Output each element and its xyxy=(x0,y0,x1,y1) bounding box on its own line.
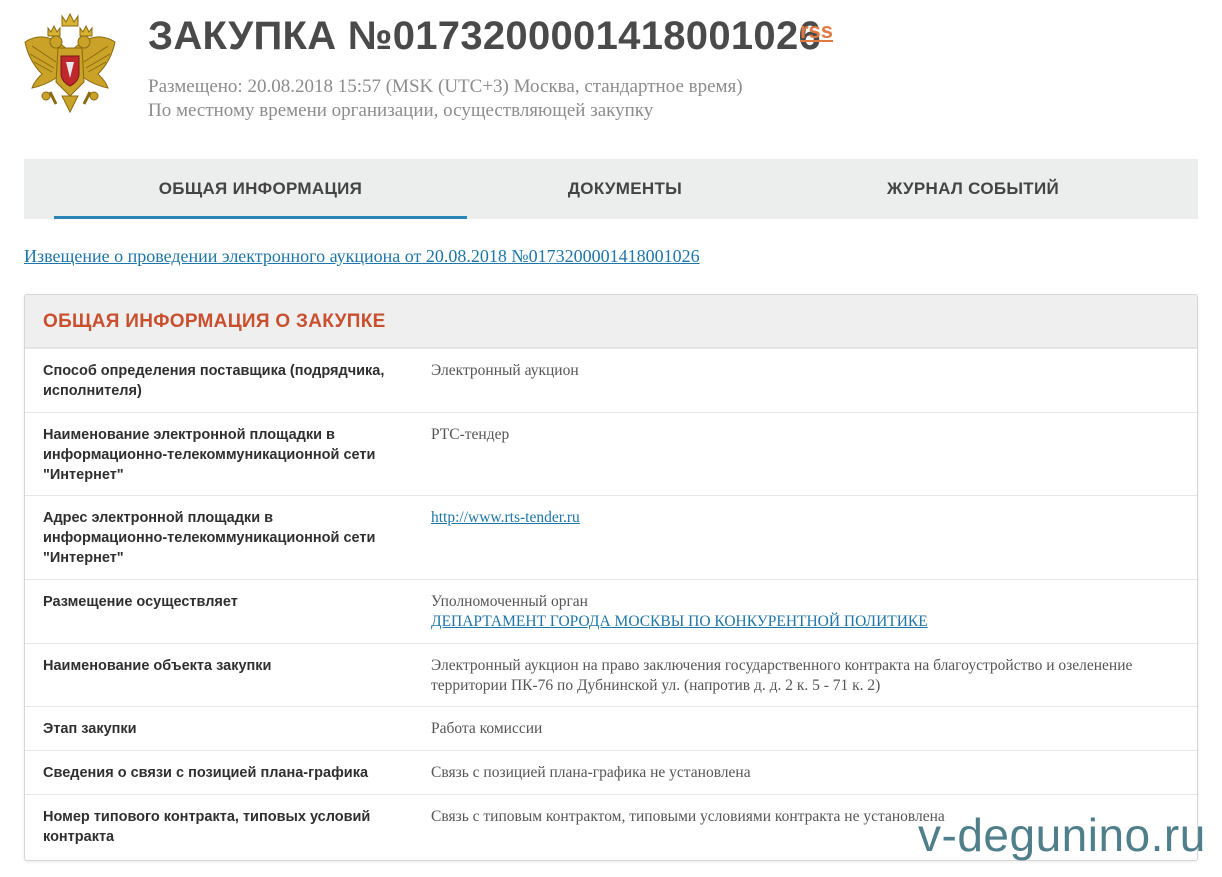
table-row: Сведения о связи с позицией плана-график… xyxy=(25,750,1197,795)
russian-coat-of-arms-icon xyxy=(24,12,116,114)
posted-date: Размещено: 20.08.2018 15:57 (MSK (UTC+3)… xyxy=(148,76,743,97)
tab-event-log[interactable]: ЖУРНАЛ СОБЫТИЙ xyxy=(783,159,1163,219)
row-value: Связь с позицией плана-графика не устано… xyxy=(431,764,751,781)
row-value: Электронный аукцион на право заключения … xyxy=(431,657,1133,694)
table-row: Этап закупки Работа комиссии xyxy=(25,706,1197,751)
local-time-note: По местному времени организации, осущест… xyxy=(148,100,654,121)
row-value: РТС-тендер xyxy=(431,426,510,443)
general-info-panel: ОБЩАЯ ИНФОРМАЦИЯ О ЗАКУПКЕ Способ опреде… xyxy=(24,294,1198,861)
rss-link[interactable]: rss xyxy=(800,18,833,44)
tab-bar: ОБЩАЯ ИНФОРМАЦИЯ ДОКУМЕНТЫ ЖУРНАЛ СОБЫТИ… xyxy=(24,159,1198,219)
row-value: Электронный аукцион xyxy=(431,362,579,379)
tab-general-info[interactable]: ОБЩАЯ ИНФОРМАЦИЯ xyxy=(54,159,467,219)
site-watermark: v-degunino.ru xyxy=(918,809,1206,861)
row-label: Этап закупки xyxy=(43,721,137,737)
panel-title: ОБЩАЯ ИНФОРМАЦИЯ О ЗАКУПКЕ xyxy=(43,311,386,332)
row-label: Наименование объекта закупки xyxy=(43,658,272,674)
row-value: http://www.rts-tender.ru xyxy=(431,508,1181,528)
row-label: Наименование электронной площадки в инфо… xyxy=(43,427,376,483)
row-label: Сведения о связи с позицией плана-график… xyxy=(43,765,369,781)
panel-header: ОБЩАЯ ИНФОРМАЦИЯ О ЗАКУПКЕ xyxy=(25,295,1197,349)
platform-url-link[interactable]: http://www.rts-tender.ru xyxy=(431,509,580,526)
row-value: Работа комиссии xyxy=(431,720,543,737)
table-row: Способ определения поставщика (подрядчик… xyxy=(25,348,1197,413)
notice-link[interactable]: Извещение о проведении электронного аукц… xyxy=(24,246,700,267)
table-row: Наименование электронной площадки в инфо… xyxy=(25,412,1197,496)
table-row: Размещение осуществляет Уполномоченный о… xyxy=(25,579,1197,644)
row-label: Способ определения поставщика (подрядчик… xyxy=(43,363,385,399)
page-title: ЗАКУПКА №0173200001418001026 xyxy=(148,14,822,58)
row-label: Размещение осуществляет xyxy=(43,594,238,610)
page-header: ЗАКУПКА №0173200001418001026 rss Размеще… xyxy=(0,0,1222,140)
table-row: Адрес электронной площадки в информацион… xyxy=(25,495,1197,580)
tab-documents[interactable]: ДОКУМЕНТЫ xyxy=(467,159,783,219)
organizer-link[interactable]: ДЕПАРТАМЕНТ ГОРОДА МОСКВЫ ПО КОНКУРЕНТНО… xyxy=(431,613,928,630)
row-label: Номер типового контракта, типовых услови… xyxy=(43,809,371,845)
row-value: Уполномоченный орган ДЕПАРТАМЕНТ ГОРОДА … xyxy=(431,592,1181,632)
row-label: Адрес электронной площадки в информацион… xyxy=(43,510,376,566)
organizer-type: Уполномоченный орган xyxy=(431,593,588,610)
table-row: Наименование объекта закупки Электронный… xyxy=(25,643,1197,707)
